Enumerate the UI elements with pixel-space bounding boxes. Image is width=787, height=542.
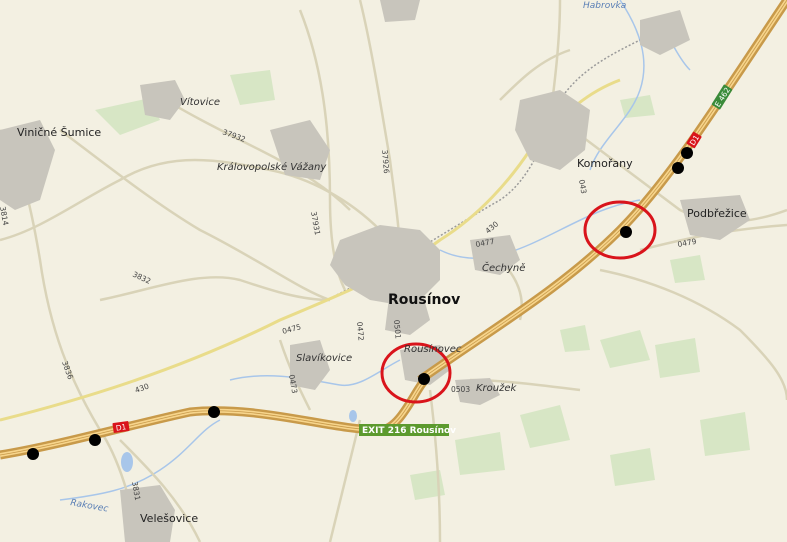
svg-text:D1: D1 [115,422,127,432]
map-marker[interactable] [89,434,101,446]
svg-text:3836: 3836 [60,360,75,381]
label-vinicne-sumice: Viničné Šumice [17,126,101,139]
svg-text:0472: 0472 [355,321,366,341]
label-cechyne: Čechyně [482,261,525,274]
exit-label: EXIT 216 Rousínov [362,426,456,436]
map-marker[interactable] [620,226,632,238]
label-rakovec: Rakovec [69,498,109,515]
label-komorany: Komořany [577,157,633,170]
pond [121,452,133,472]
svg-text:0501: 0501 [392,319,403,339]
label-habrovka: Habrovka [583,1,626,11]
map-marker[interactable] [681,147,693,159]
label-kralovopolske-vazany: Královopolské Vážany [217,161,327,173]
label-slavikovice: Slavíkovice [296,352,352,364]
svg-text:E 462: E 462 [713,86,732,109]
svg-text:0479: 0479 [677,237,698,249]
svg-text:3814: 3814 [0,206,10,227]
label-velesovice: Velešovice [140,512,198,525]
label-rousinovec: Rousínovec [404,343,462,355]
svg-text:37932: 37932 [221,127,247,144]
svg-text:3832: 3832 [131,270,152,286]
label-vitovice: Vítovice [180,96,220,108]
svg-text:0503: 0503 [451,385,470,394]
map-canvas[interactable]: D1 E 462 D1 EXIT 216 Rousínov 3832 3836 … [0,0,787,542]
exit-badge[interactable]: EXIT 216 Rousínov [359,424,456,436]
map-marker[interactable] [672,162,684,174]
map-marker[interactable] [208,406,220,418]
svg-text:0473: 0473 [287,374,299,395]
markers [27,147,693,460]
road-numbers: 3832 3836 3831 37932 37926 37931 0475 04… [0,127,697,501]
label-rousinov: Rousínov [388,292,460,308]
map-view[interactable]: D1 E 462 D1 EXIT 216 Rousínov 3832 3836 … [0,0,787,542]
label-podbrezice: Podbřežice [687,207,747,220]
svg-text:430: 430 [484,219,501,235]
svg-text:37926: 37926 [380,149,391,174]
e462-shield: E 462 [711,84,733,110]
svg-text:0475: 0475 [281,322,302,336]
map-marker[interactable] [27,448,39,460]
svg-text:430: 430 [134,381,151,394]
map-marker[interactable] [418,373,430,385]
pond [349,410,357,422]
svg-text:37931: 37931 [309,211,322,236]
label-kruzek: Kroužek [476,382,518,394]
svg-text:043: 043 [577,179,588,195]
